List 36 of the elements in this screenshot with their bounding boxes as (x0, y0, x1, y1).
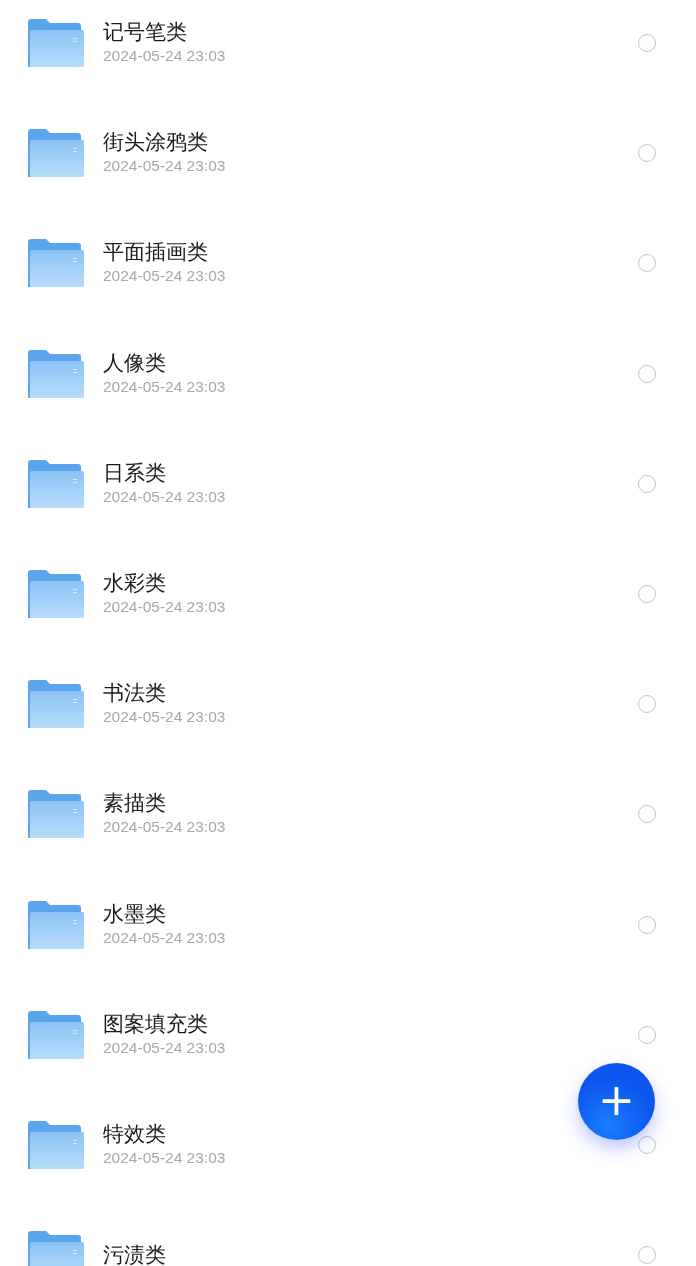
folder-icon (28, 680, 84, 729)
folder-name: 记号笔类 (103, 19, 188, 46)
folder-name: 日系类 (103, 459, 167, 486)
folder-name: 街头涂鸦类 (103, 129, 209, 156)
folder-date: 2024-05-24 23:03 (103, 486, 227, 507)
folder-icon (28, 239, 84, 288)
folder-name: 水墨类 (103, 900, 167, 927)
folder-date: 2024-05-24 23:03 (103, 1037, 227, 1058)
folder-icon (28, 19, 84, 68)
folder-date: 2024-05-24 23:03 (103, 376, 227, 397)
folder-icon (28, 129, 84, 178)
folder-icon (28, 570, 84, 619)
folder-name: 素描类 (103, 790, 167, 817)
folder-name: 平面插画类 (103, 239, 209, 266)
folder-date: 2024-05-24 23:03 (103, 1147, 227, 1168)
folder-date: 2024-05-24 23:03 (103, 266, 227, 287)
folder-icon (28, 1231, 84, 1266)
folder-icon (28, 349, 84, 398)
folder-date: 2024-05-24 23:03 (103, 927, 227, 948)
folder-name: 水彩类 (103, 570, 167, 597)
folder-name: 污渍类 (103, 1242, 167, 1266)
folder-name: 特效类 (103, 1120, 167, 1147)
folder-date: 2024-05-24 23:03 (103, 597, 227, 618)
folder-icon (28, 900, 84, 949)
folder-icon (28, 1120, 84, 1169)
folder-name: 人像类 (103, 349, 167, 376)
folder-date: 2024-05-24 23:03 (103, 156, 227, 177)
add-button[interactable]: + (578, 1063, 655, 1140)
folder-date: 2024-05-24 23:03 (103, 817, 227, 838)
folder-icon (28, 790, 84, 839)
folder-name: 图案填充类 (103, 1010, 209, 1037)
folder-name: 书法类 (103, 680, 167, 707)
folder-icon (28, 459, 84, 508)
folder-date: 2024-05-24 23:03 (103, 707, 227, 728)
folder-date: 2024-05-24 23:03 (103, 46, 227, 67)
folder-icon (28, 1010, 84, 1059)
